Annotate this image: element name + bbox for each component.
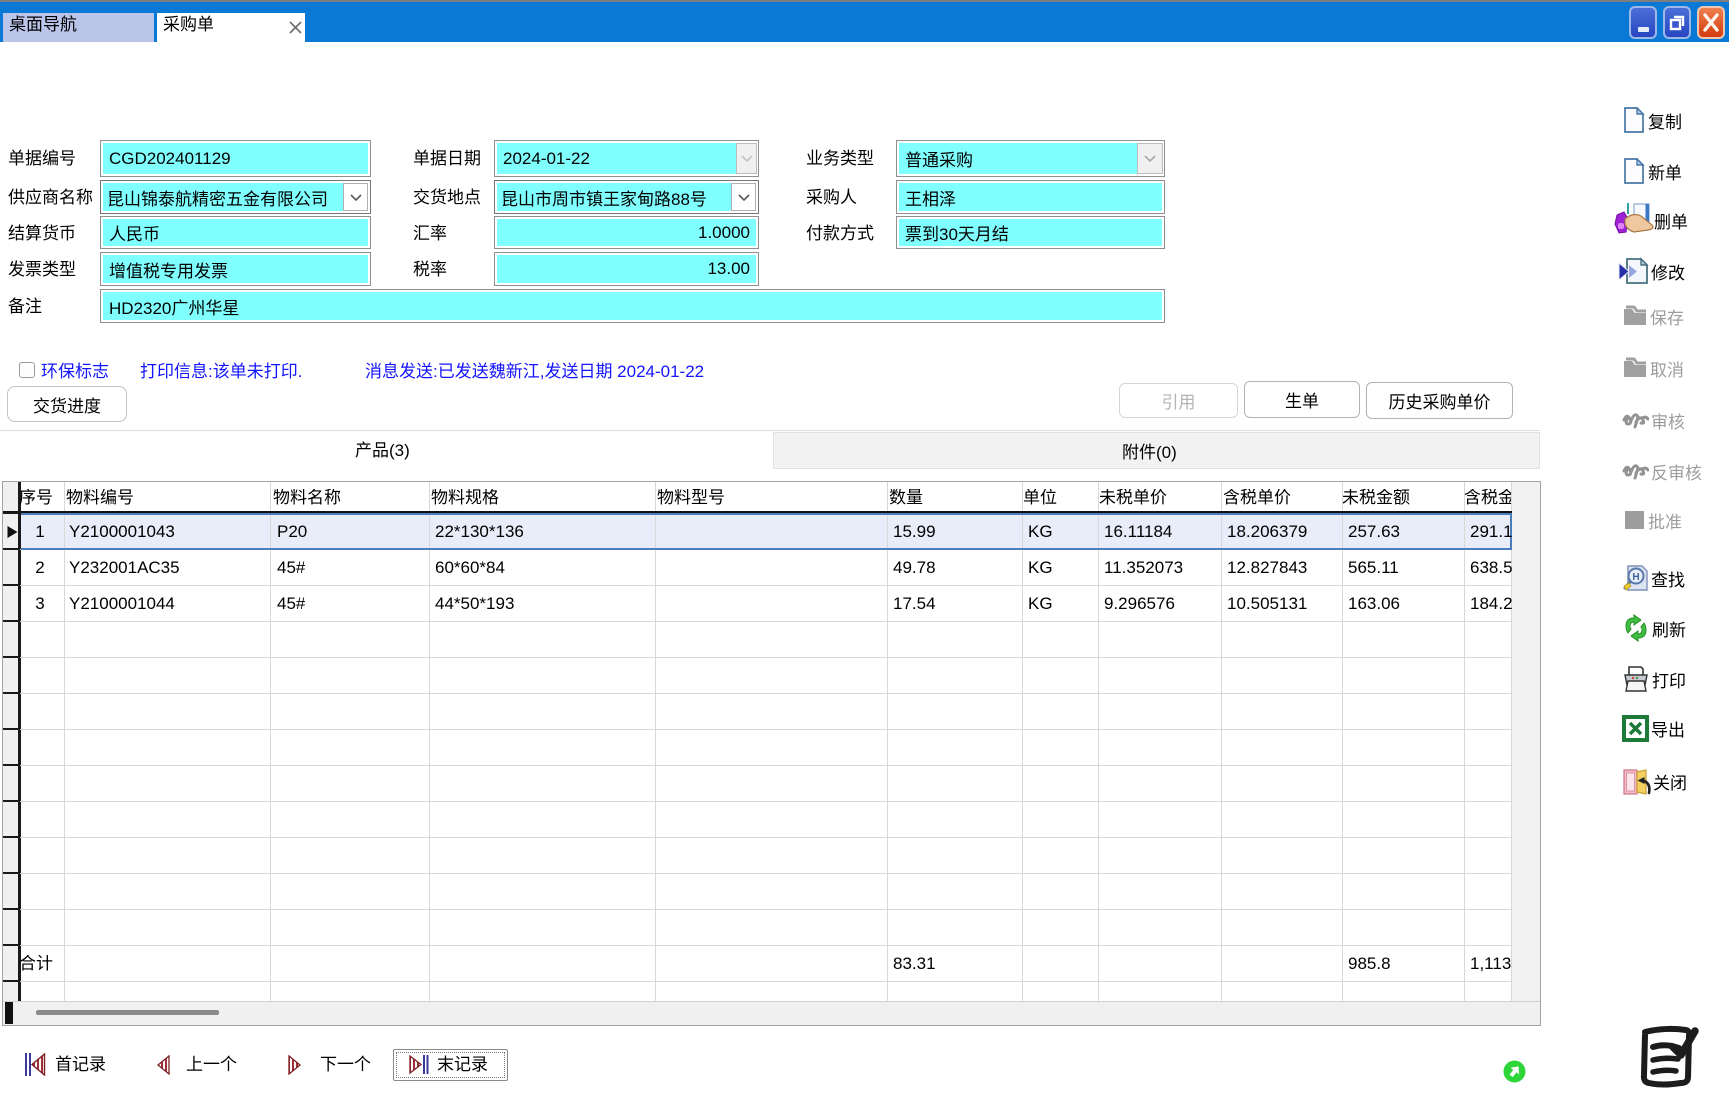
svg-text:H: H (1632, 572, 1639, 583)
